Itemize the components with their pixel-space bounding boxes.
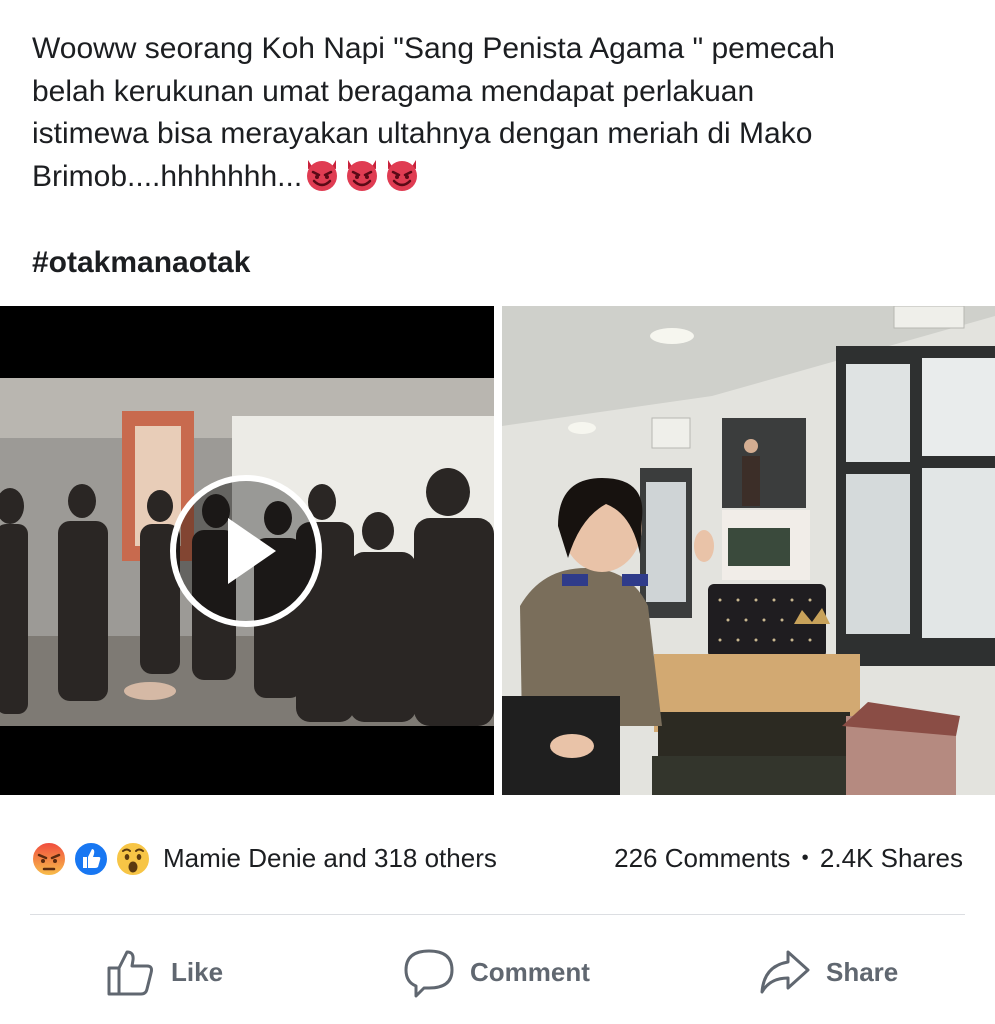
shares-count[interactable]: 2.4K Shares: [820, 843, 963, 873]
post-text: Wooww seorang Koh Napi "Sang Penista Aga…: [32, 28, 952, 198]
reaction-stats: Mamie Denie and 318 others 226 Comments …: [0, 838, 995, 880]
comment-icon: [404, 949, 454, 998]
thumbs-up-icon: [107, 950, 153, 996]
comment-button[interactable]: Comment: [402, 940, 590, 1004]
reaction-summary[interactable]: Mamie Denie and 318 others: [163, 843, 497, 874]
share-label: Share: [826, 956, 899, 987]
like-icon: [73, 841, 109, 877]
engagement-counts: 226 Comments • 2.4K Shares: [614, 843, 963, 874]
smiling-devil-icon: [307, 159, 338, 191]
post-text-line: Wooww seorang Koh Napi "Sang Penista Aga…: [32, 32, 835, 65]
hashtag-link[interactable]: #otakmanaotak: [32, 246, 250, 280]
video-frame: [0, 306, 494, 795]
like-label: Like: [171, 956, 224, 987]
divider: [30, 914, 965, 915]
share-arrow-icon: [760, 950, 810, 994]
photo-thumbnail[interactable]: [502, 306, 995, 795]
comment-label: Comment: [470, 956, 590, 987]
angry-icon: [31, 841, 67, 877]
smiling-devil-icon: [387, 159, 418, 191]
wow-icon: [115, 841, 151, 877]
share-button[interactable]: Share: [758, 940, 898, 1004]
like-button[interactable]: Like: [105, 940, 223, 1004]
separator-dot: •: [801, 847, 809, 869]
smiling-devil-icon: [347, 159, 378, 191]
post-actions: Like Comment Share: [0, 940, 995, 1004]
comments-count[interactable]: 226 Comments: [614, 843, 790, 873]
photo-image: [502, 306, 995, 795]
post-text-line-last: Brimob....hhhhhhh...: [32, 156, 952, 199]
post-text-line: istimewa bisa merayakan ultahnya dengan …: [32, 117, 813, 150]
video-thumbnail[interactable]: [0, 306, 494, 795]
post-text-line: belah kerukunan umat beragama mendapat p…: [32, 74, 755, 108]
post-text-line: Brimob....hhhhhhh...: [32, 159, 303, 193]
